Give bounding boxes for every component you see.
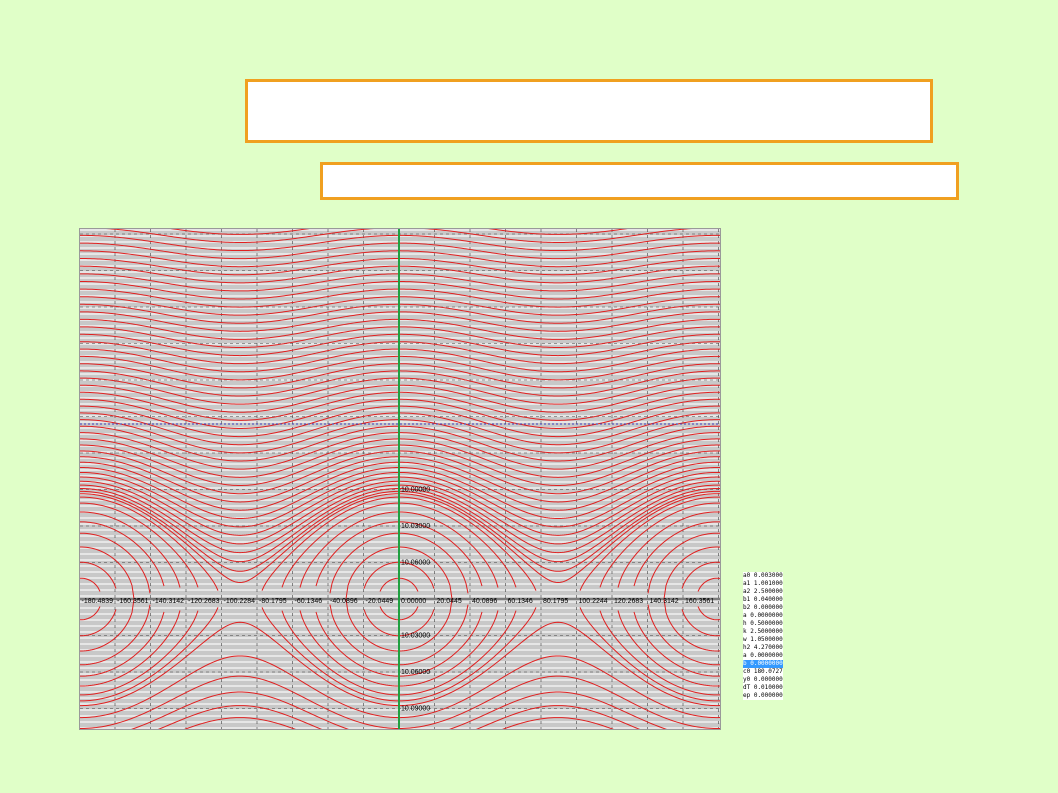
x-tick-label: -40.0896: [330, 598, 358, 605]
x-tick-label: 20.0445: [437, 598, 462, 605]
parameter-row[interactable]: a2 2.50000000: [743, 588, 783, 596]
slide-subtitle-box: [320, 162, 959, 200]
y-tick-label: 10.03000: [401, 523, 430, 530]
x-tick-label: 60.1346: [508, 598, 533, 605]
y-tick-label: 10.06000: [401, 669, 430, 676]
parameter-row[interactable]: a 0.0000000: [743, 612, 783, 620]
slide-title-box: [245, 79, 933, 143]
parameter-row[interactable]: a1 1.00100000: [743, 580, 783, 588]
x-tick-label: 140.3142: [650, 598, 679, 605]
y-tick-label: 10.06000: [401, 560, 430, 567]
parameter-row[interactable]: b1 0.04000000: [743, 596, 783, 604]
parameter-row[interactable]: h2 4.2700000: [743, 644, 783, 652]
parameter-row[interactable]: a0 0.00300000: [743, 572, 783, 580]
parameter-row[interactable]: a 0.0000000: [743, 652, 783, 660]
x-tick-label: 0.00000: [401, 598, 426, 605]
parameter-row[interactable]: c0 180.0727096: [743, 668, 783, 676]
parameter-row[interactable]: dT 0.0100000: [743, 684, 783, 692]
phase-portrait-plot[interactable]: -180.4839 -160.3561 -140.3142 -120.2683 -100…: [79, 228, 721, 730]
phase-portrait-canvas: -180.4839 -160.3561 -140.3142 -120.2683 -100…: [80, 229, 720, 729]
parameter-row[interactable]: k 2.5000000: [743, 628, 783, 636]
y-tick-label: 10.03000: [401, 633, 430, 640]
x-tick-label: 100.2244: [579, 598, 608, 605]
x-tick-label: -60.1346: [295, 598, 323, 605]
x-tick-label: -20.0449: [366, 598, 394, 605]
y-tick-label: 10.09000: [401, 706, 430, 713]
x-tick-label: 80.1795: [543, 598, 568, 605]
parameter-row[interactable]: b 0.0000000: [743, 660, 783, 668]
parameter-row[interactable]: b2 0.00000000: [743, 604, 783, 612]
x-tick-label: -140.3142: [153, 598, 185, 605]
parameter-row[interactable]: ep 0.0000000: [743, 692, 783, 700]
y-tick-label: 10.00000: [401, 487, 430, 494]
x-tick-label: -120.2683: [188, 598, 220, 605]
x-tick-label: 40.0896: [472, 598, 497, 605]
parameter-list[interactable]: a0 0.00300000a1 1.00100000a2 2.50000000b…: [743, 572, 783, 700]
parameter-row[interactable]: w 1.0500000: [743, 636, 783, 644]
x-tick-label: -180.4839: [82, 598, 114, 605]
parameter-row[interactable]: y0 0.00000000: [743, 676, 783, 684]
parameter-row[interactable]: h 0.5000000: [743, 620, 783, 628]
x-tick-label: 160.3561: [685, 598, 714, 605]
x-tick-label: -100.2284: [224, 598, 256, 605]
x-tick-label: -160.3561: [117, 598, 149, 605]
x-tick-label: 120.2683: [614, 598, 643, 605]
x-tick-label: -80.1795: [259, 598, 287, 605]
